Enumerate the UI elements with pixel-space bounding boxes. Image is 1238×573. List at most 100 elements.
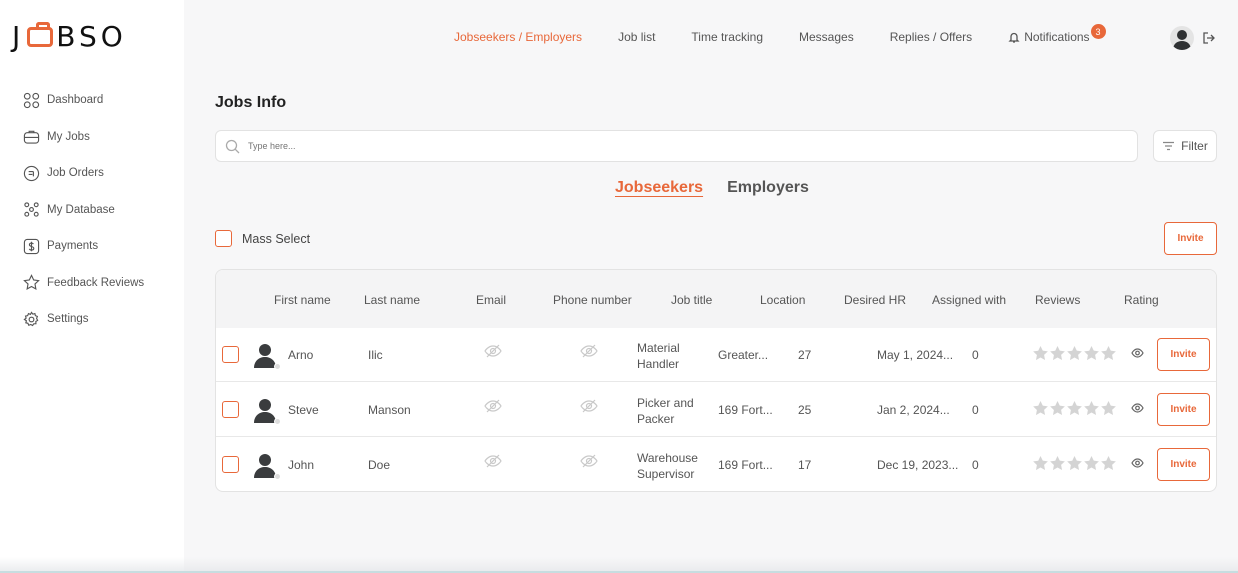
col-reviews[interactable]: Reviews <box>1035 293 1080 307</box>
notifications-label: Notifications <box>1024 30 1090 44</box>
col-rating[interactable]: Rating <box>1124 293 1159 307</box>
phone-hidden-icon[interactable] <box>580 454 598 470</box>
view-icon[interactable] <box>1131 402 1145 414</box>
desired-hr: 25 <box>798 403 812 417</box>
assigned-with: May 1, 2024... <box>877 348 954 362</box>
table-header: First name Last name Email Phone number … <box>216 270 1216 328</box>
star-icon <box>1050 345 1065 361</box>
email-hidden-icon[interactable] <box>484 454 502 470</box>
rating-stars <box>1032 455 1117 472</box>
col-first-name[interactable]: First name <box>274 293 331 307</box>
jobseekers-table: First name Last name Email Phone number … <box>215 269 1217 492</box>
star-icon <box>1067 455 1082 471</box>
sidebar-item-label: Payments <box>47 240 99 253</box>
job-title: Warehouse Supervisor <box>637 451 698 481</box>
col-assigned-with[interactable]: Assigned with <box>932 293 1006 307</box>
sidebar-item-settings[interactable]: Settings <box>22 301 144 338</box>
assigned-with: Dec 19, 2023... <box>877 458 959 472</box>
rating-stars <box>1032 345 1117 362</box>
star-icon <box>1084 345 1099 361</box>
search-input[interactable] <box>248 141 1048 151</box>
nav-link-jobseekers-employers[interactable]: Jobseekers / Employers <box>454 30 582 44</box>
view-icon[interactable] <box>1131 347 1145 359</box>
grid-icon <box>22 91 40 109</box>
invite-button[interactable]: Invite <box>1157 393 1210 426</box>
reviews-count: 0 <box>972 348 979 362</box>
phone-hidden-icon[interactable] <box>580 399 598 415</box>
row-checkbox[interactable] <box>222 346 239 363</box>
last-name: Ilic <box>368 348 383 362</box>
col-job-title[interactable]: Job title <box>671 293 712 307</box>
table-row[interactable]: Steve Manson Picker and Packer 169 Fort..… <box>216 383 1216 437</box>
search-bar[interactable] <box>215 130 1138 162</box>
email-hidden-icon[interactable] <box>484 399 502 415</box>
logout-icon[interactable] <box>1202 31 1216 45</box>
last-name: Doe <box>368 458 391 472</box>
sidebar-item-label: Settings <box>47 313 89 326</box>
location: 169 Fort... <box>718 458 773 472</box>
tabs: Jobseekers Employers <box>615 179 833 197</box>
main-content: Jobseekers / Employers Job list Time tra… <box>184 0 1238 573</box>
sidebar-item-my-database[interactable]: My Database <box>22 192 144 229</box>
user-avatar[interactable] <box>1170 26 1194 50</box>
nav-link-time-tracking[interactable]: Time tracking <box>691 30 763 44</box>
nav-link-replies-offers[interactable]: Replies / Offers <box>890 30 972 44</box>
sidebar-item-my-jobs[interactable]: My Jobs <box>22 119 144 156</box>
col-location[interactable]: Location <box>760 293 805 307</box>
star-icon <box>1101 455 1116 471</box>
sidebar-item-label: Feedback Reviews <box>47 276 145 289</box>
mass-select[interactable]: Mass Select <box>215 230 310 247</box>
invite-button[interactable]: Invite <box>1157 338 1210 371</box>
jobso-logo[interactable]: J BSO <box>12 20 127 53</box>
location: Greater... <box>718 348 769 362</box>
invite-button[interactable]: Invite <box>1157 448 1210 481</box>
star-icon <box>1101 400 1116 416</box>
avatar <box>251 450 281 480</box>
tab-employers[interactable]: Employers <box>727 179 809 197</box>
filter-button[interactable]: Filter <box>1153 130 1217 162</box>
sidebar-item-feedback-reviews[interactable]: Feedback Reviews <box>22 265 144 302</box>
tab-jobseekers[interactable]: Jobseekers <box>615 179 703 197</box>
desired-hr: 27 <box>798 348 812 362</box>
sidebar-item-label: My Jobs <box>47 130 90 143</box>
avatar <box>251 340 281 370</box>
filter-icon <box>1163 141 1175 151</box>
sidebar-item-payments[interactable]: Payments <box>22 228 144 265</box>
star-icon <box>1101 345 1116 361</box>
reviews-count: 0 <box>972 403 979 417</box>
email-hidden-icon[interactable] <box>484 344 502 360</box>
star-icon <box>1050 455 1065 471</box>
star-icon <box>1067 345 1082 361</box>
job-title: Material Handler <box>637 341 680 371</box>
order-icon <box>22 164 40 182</box>
logo-text-right: BSO <box>56 20 127 53</box>
sidebar-item-label: Job Orders <box>47 167 104 180</box>
nav-link-job-list[interactable]: Job list <box>618 30 655 44</box>
view-icon[interactable] <box>1131 457 1145 469</box>
mass-select-checkbox[interactable] <box>215 230 232 247</box>
table-row[interactable]: Arno Ilic Material Handler Greater... 27 … <box>216 328 1216 382</box>
first-name: John <box>288 458 315 472</box>
col-last-name[interactable]: Last name <box>364 293 420 307</box>
nav-link-messages[interactable]: Messages <box>799 30 854 44</box>
table-row[interactable]: John Doe Warehouse Supervisor 169 Fort...… <box>216 438 1216 491</box>
row-checkbox[interactable] <box>222 456 239 473</box>
col-email[interactable]: Email <box>476 293 506 307</box>
row-checkbox[interactable] <box>222 401 239 418</box>
phone-hidden-icon[interactable] <box>580 344 598 360</box>
rating-stars <box>1032 400 1117 417</box>
star-icon <box>22 274 40 292</box>
star-icon <box>1033 455 1048 471</box>
search-icon <box>225 139 240 153</box>
col-phone-number[interactable]: Phone number <box>553 293 632 307</box>
location: 169 Fort... <box>718 403 773 417</box>
star-icon <box>1067 400 1082 416</box>
col-desired-hr[interactable]: Desired HR <box>844 293 906 307</box>
sidebar-item-dashboard[interactable]: Dashboard <box>22 82 144 119</box>
sidebar-item-job-orders[interactable]: Job Orders <box>22 155 144 192</box>
notifications-button[interactable]: Notifications 3 <box>1008 24 1106 44</box>
invite-button[interactable]: Invite <box>1164 222 1217 255</box>
desired-hr: 17 <box>798 458 812 472</box>
sidebar-nav: Dashboard My Jobs Job Orders My Database… <box>22 82 144 338</box>
star-icon <box>1033 345 1048 361</box>
